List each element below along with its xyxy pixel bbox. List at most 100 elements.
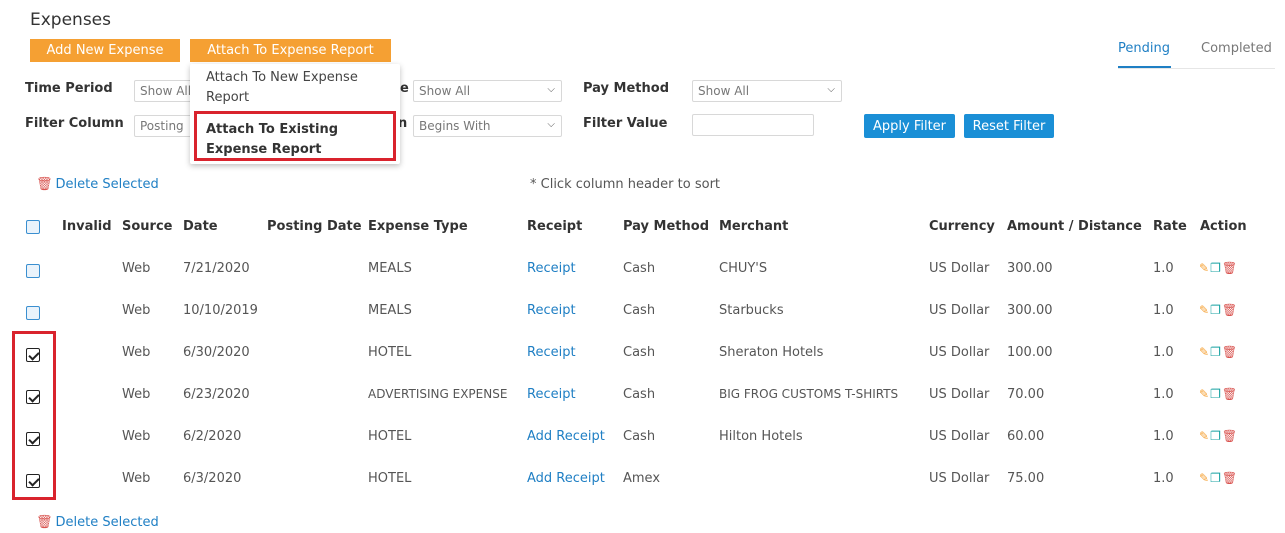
row-checkbox[interactable] (26, 432, 40, 446)
tab-divider (1118, 68, 1275, 69)
cell-pay-method: Amex (623, 471, 661, 486)
col-posting-date[interactable]: Posting Date (267, 219, 362, 234)
cell-currency: US Dollar (929, 471, 990, 486)
trash-icon[interactable]: 🗑 (1222, 261, 1237, 275)
cell-pay-method: Cash (623, 429, 656, 444)
cell-receipt-link[interactable]: Receipt (527, 261, 576, 276)
edit-icon[interactable]: ✎ (1199, 471, 1209, 485)
cell-amount: 60.00 (1007, 429, 1045, 444)
condition-select[interactable]: Begins With ⌵ (413, 115, 562, 137)
copy-icon[interactable]: ❐ (1210, 345, 1221, 359)
trash-icon[interactable]: 🗑 (1222, 303, 1237, 317)
filter-column-value: Posting (140, 119, 184, 133)
cell-expense-type: HOTEL (368, 471, 412, 486)
cell-merchant: Hilton Hotels (719, 429, 803, 444)
col-source[interactable]: Source (122, 219, 172, 234)
row-checkbox[interactable] (26, 306, 40, 320)
cell-expense-type: HOTEL (368, 345, 412, 360)
cell-receipt-link[interactable]: Receipt (527, 387, 576, 402)
filter-column-label: Filter Column (25, 116, 124, 131)
edit-icon[interactable]: ✎ (1199, 345, 1209, 359)
cell-rate: 1.0 (1153, 471, 1174, 486)
cell-receipt-link[interactable]: Receipt (527, 303, 576, 318)
time-period-value: Show All (140, 84, 192, 98)
row-actions: ✎ ❐ 🗑 (1199, 429, 1237, 443)
col-invalid[interactable]: Invalid (62, 219, 112, 234)
cell-pay-method: Cash (623, 261, 656, 276)
col-amount-distance[interactable]: Amount / Distance (1007, 219, 1142, 234)
row-checkbox[interactable] (26, 348, 40, 362)
field2-value: Show All (419, 84, 471, 98)
trash-icon: 🗑 (36, 177, 53, 192)
col-merchant[interactable]: Merchant (719, 219, 788, 234)
cell-expense-type: MEALS (368, 261, 412, 276)
cell-source: Web (122, 303, 151, 318)
cell-receipt-link[interactable]: Add Receipt (527, 429, 605, 444)
col-rate[interactable]: Rate (1153, 219, 1187, 234)
delete-selected-bottom[interactable]: 🗑 Delete Selected (36, 515, 159, 530)
trash-icon[interactable]: 🗑 (1222, 345, 1237, 359)
row-checkbox[interactable] (26, 474, 40, 488)
cell-expense-type: MEALS (368, 303, 412, 318)
add-new-expense-button[interactable]: Add New Expense (30, 39, 180, 62)
edit-icon[interactable]: ✎ (1199, 387, 1209, 401)
trash-icon[interactable]: 🗑 (1222, 429, 1237, 443)
delete-selected-top[interactable]: 🗑 Delete Selected (36, 177, 159, 192)
cell-expense-type: HOTEL (368, 429, 412, 444)
cell-rate: 1.0 (1153, 303, 1174, 318)
copy-icon[interactable]: ❐ (1210, 261, 1221, 275)
edit-icon[interactable]: ✎ (1199, 303, 1209, 317)
tab-completed[interactable]: Completed (1201, 41, 1272, 56)
condition-value: Begins With (419, 119, 491, 133)
cell-date: 6/30/2020 (183, 345, 250, 360)
cell-date: 6/3/2020 (183, 471, 242, 486)
row-checkbox[interactable] (26, 264, 40, 278)
cell-expense-type: ADVERTISING EXPENSE (368, 387, 508, 401)
row-checkbox[interactable] (26, 390, 40, 404)
copy-icon[interactable]: ❐ (1210, 303, 1221, 317)
reset-filter-button[interactable]: Reset Filter (964, 114, 1054, 138)
copy-icon[interactable]: ❐ (1210, 429, 1221, 443)
cell-merchant: BIG FROG CUSTOMS T-SHIRTS (719, 387, 899, 401)
edit-icon[interactable]: ✎ (1199, 261, 1209, 275)
col-currency[interactable]: Currency (929, 219, 995, 234)
delete-selected-label: Delete Selected (55, 177, 159, 192)
field2-select[interactable]: Show All ⌵ (413, 80, 562, 102)
cell-currency: US Dollar (929, 387, 990, 402)
col-receipt[interactable]: Receipt (527, 219, 582, 234)
cell-source: Web (122, 387, 151, 402)
tab-pending[interactable]: Pending (1118, 41, 1170, 56)
copy-icon[interactable]: ❐ (1210, 387, 1221, 401)
cell-receipt-link[interactable]: Receipt (527, 345, 576, 360)
col-expense-type[interactable]: Expense Type (368, 219, 468, 234)
edit-icon[interactable]: ✎ (1199, 429, 1209, 443)
pay-method-select[interactable]: Show All ⌵ (692, 80, 842, 102)
cell-source: Web (122, 429, 151, 444)
filter-value-input[interactable] (692, 114, 814, 136)
cell-pay-method: Cash (623, 387, 656, 402)
col-pay-method[interactable]: Pay Method (623, 219, 709, 234)
cell-source: Web (122, 261, 151, 276)
chevron-down-icon: ⌵ (547, 119, 555, 130)
copy-icon[interactable]: ❐ (1210, 471, 1221, 485)
filter-value-label: Filter Value (583, 116, 668, 131)
cell-merchant: Sheraton Hotels (719, 345, 824, 360)
cell-source: Web (122, 471, 151, 486)
cell-receipt-link[interactable]: Add Receipt (527, 471, 605, 486)
row-actions: ✎ ❐ 🗑 (1199, 345, 1237, 359)
sort-note: * Click column header to sort (530, 177, 721, 192)
attach-to-expense-report-button[interactable]: Attach To Expense Report (190, 39, 391, 62)
apply-filter-button[interactable]: Apply Filter (864, 114, 955, 138)
menu-item-attach-new-report[interactable]: Attach To New Expense Report (206, 68, 391, 108)
chevron-down-icon: ⌵ (547, 84, 555, 95)
row-actions: ✎ ❐ 🗑 (1199, 261, 1237, 275)
trash-icon[interactable]: 🗑 (1222, 387, 1237, 401)
trash-icon[interactable]: 🗑 (1222, 471, 1237, 485)
cell-rate: 1.0 (1153, 345, 1174, 360)
pay-method-value: Show All (698, 84, 750, 98)
select-all-checkbox[interactable] (26, 220, 40, 234)
col-date[interactable]: Date (183, 219, 218, 234)
cell-pay-method: Cash (623, 303, 656, 318)
menu-item-attach-existing-report[interactable]: Attach To Existing Expense Report (206, 120, 391, 160)
col-action: Action (1200, 219, 1247, 234)
